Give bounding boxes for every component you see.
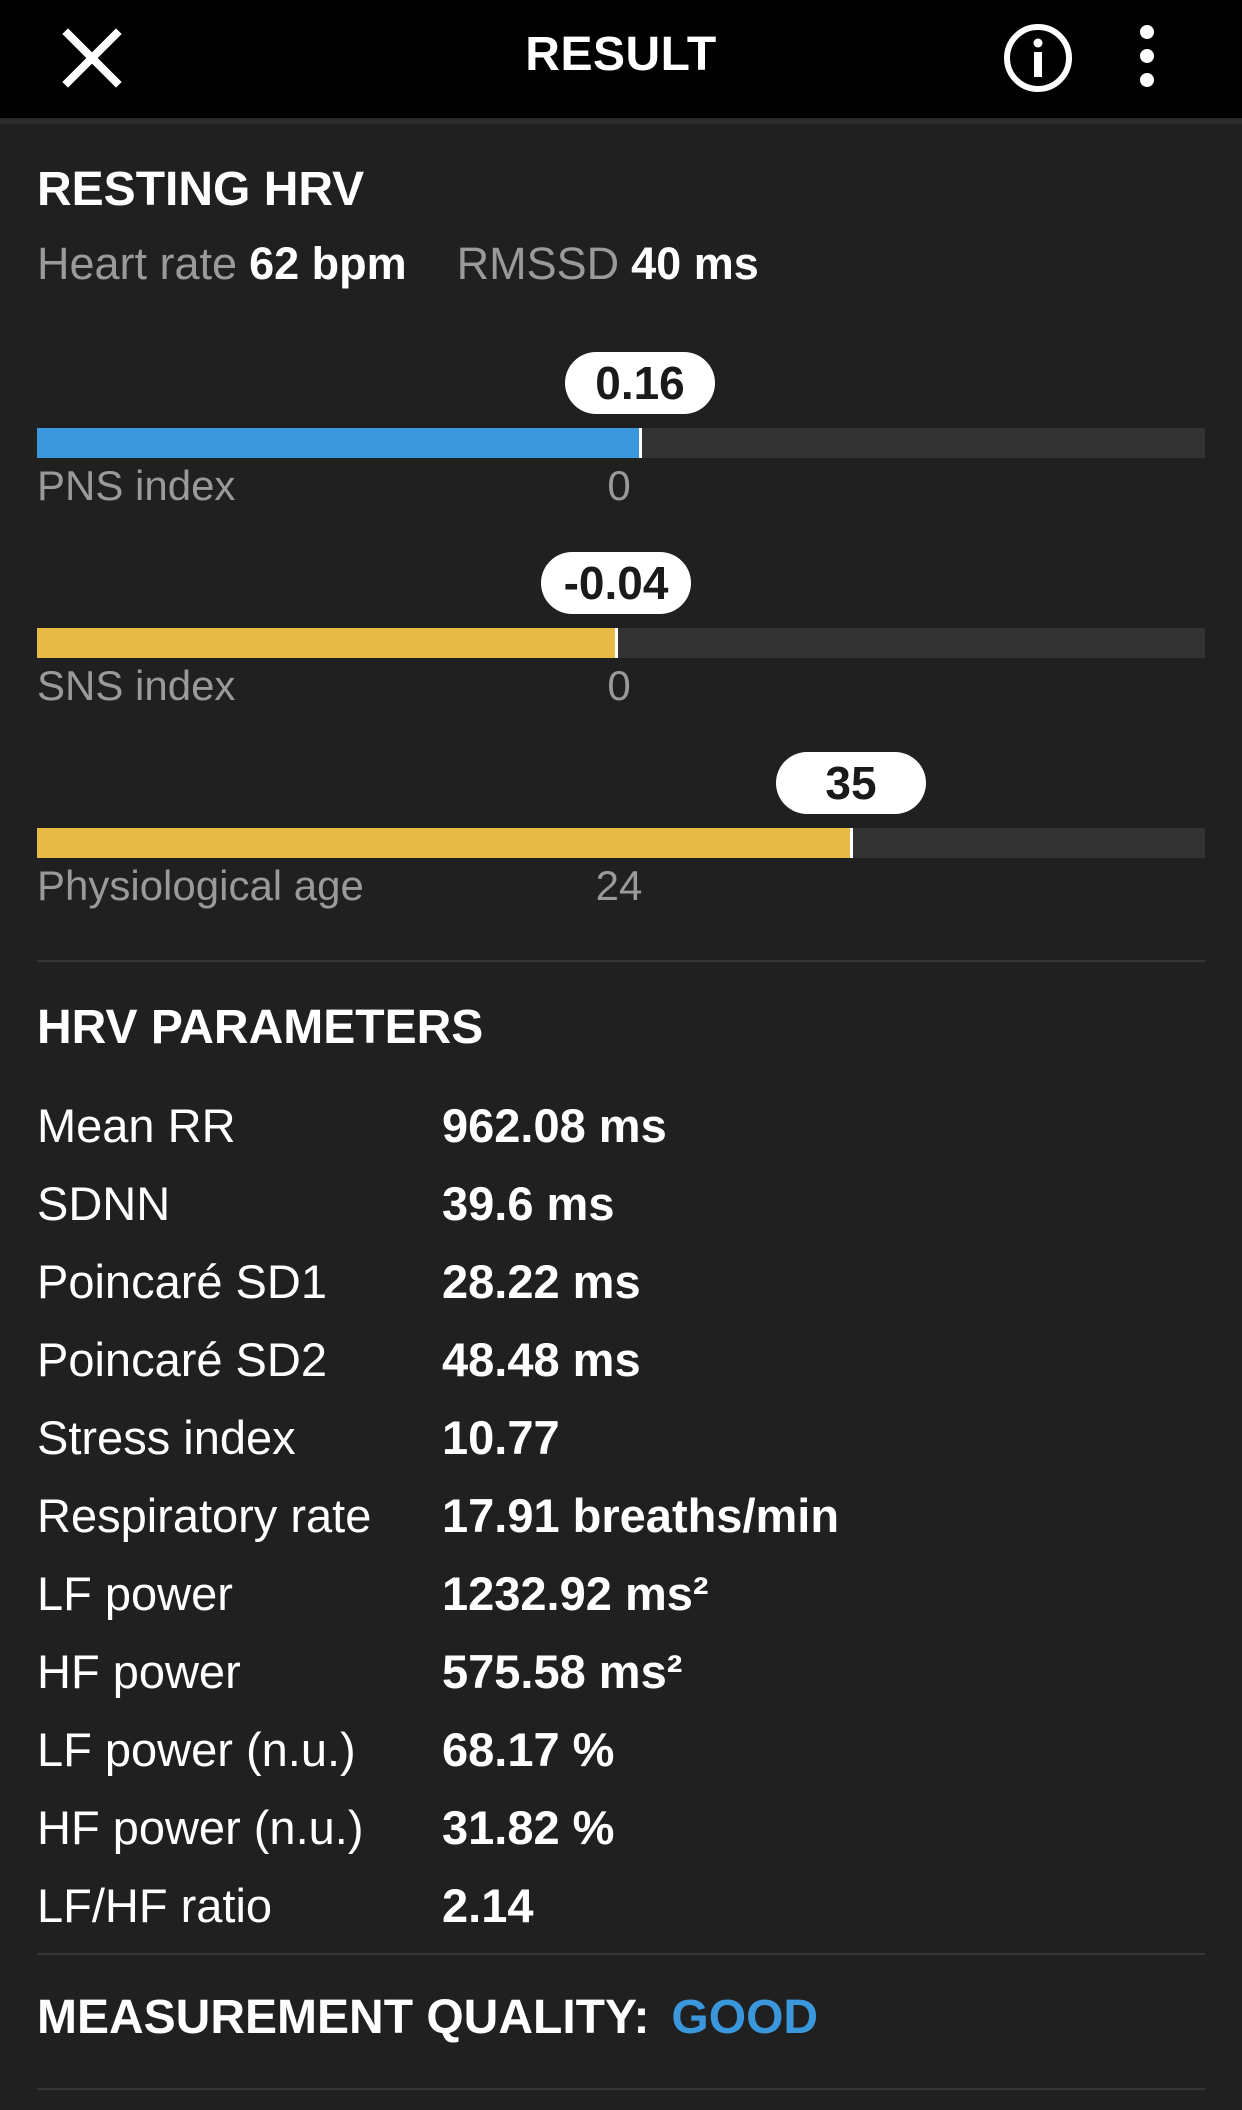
param-value: 962.08 ms: [442, 1099, 667, 1152]
param-name: Poincaré SD2: [37, 1333, 327, 1386]
param-value: 575.58 ms²: [442, 1645, 683, 1698]
param-name: HF power (n.u.): [37, 1801, 364, 1854]
resting-hrv-title: RESTING HRV: [37, 163, 365, 216]
section-divider: [37, 1953, 1205, 1955]
heart-rate-label: Heart rate: [37, 238, 238, 289]
pns-index-gauge: 0.16 PNS index 0: [37, 350, 1205, 520]
measurement-quality-label: MEASUREMENT QUALITY:: [37, 1991, 650, 2044]
section-divider: [37, 960, 1205, 962]
sns-index-label: SNS index: [37, 662, 236, 709]
app-bar-divider: [0, 118, 1242, 124]
physiological-age-value-bubble: 35: [776, 752, 926, 814]
rmssd-value: 40 ms: [631, 238, 759, 289]
param-name: Stress index: [37, 1411, 296, 1464]
physiological-age-gauge: 35 Physiological age 24: [37, 750, 1205, 920]
measurement-quality-value: GOOD: [671, 1991, 819, 2044]
top-app-bar: RESULT: [0, 0, 1242, 118]
sns-index-gauge: -0.04 SNS index 0: [37, 550, 1205, 720]
param-row-lf-power: LF power 1232.92 ms²: [37, 1555, 1205, 1633]
pns-index-value-bubble: 0.16: [565, 352, 715, 414]
pns-index-marker: [639, 428, 642, 458]
hrv-parameters-list: Mean RR 962.08 ms SDNN 39.6 ms Poincaré …: [37, 1087, 1205, 1945]
heart-rate-value: 62 bpm: [249, 238, 407, 289]
param-value: 2.14: [442, 1879, 534, 1932]
param-name: Respiratory rate: [37, 1489, 372, 1542]
info-button[interactable]: [998, 18, 1078, 98]
result-screen: RESULT RESTING HRV Heart rate 62 bpm RMSSD…: [0, 0, 1242, 2110]
pns-index-baseline: 0: [607, 462, 631, 509]
param-value: 1232.92 ms²: [442, 1567, 709, 1620]
param-row-mean-rr: Mean RR 962.08 ms: [37, 1087, 1205, 1165]
param-row-hf-power: HF power 575.58 ms²: [37, 1633, 1205, 1711]
param-row-poincare-sd2: Poincaré SD2 48.48 ms: [37, 1321, 1205, 1399]
param-row-lf-power-nu: LF power (n.u.) 68.17 %: [37, 1711, 1205, 1789]
param-row-respiratory-rate: Respiratory rate 17.91 breaths/min: [37, 1477, 1205, 1555]
param-value: 39.6 ms: [442, 1177, 615, 1230]
param-name: Mean RR: [37, 1099, 236, 1152]
param-name: LF/HF ratio: [37, 1879, 273, 1932]
param-value: 28.22 ms: [442, 1255, 641, 1308]
sns-index-baseline: 0: [607, 662, 631, 709]
sns-index-track: [37, 628, 1205, 658]
param-row-poincare-sd1: Poincaré SD1 28.22 ms: [37, 1243, 1205, 1321]
physiological-age-fill: [37, 828, 851, 858]
pns-index-track: [37, 428, 1205, 458]
param-row-lf-hf-ratio: LF/HF ratio 2.14: [37, 1867, 1205, 1945]
param-value: 17.91 breaths/min: [442, 1489, 840, 1542]
param-row-stress-index: Stress index 10.77: [37, 1399, 1205, 1477]
param-value: 68.17 %: [442, 1723, 615, 1776]
more-vert-icon: [1140, 25, 1154, 87]
param-value: 31.82 %: [442, 1801, 615, 1854]
param-row-hf-power-nu: HF power (n.u.) 31.82 %: [37, 1789, 1205, 1867]
sns-index-value-bubble: -0.04: [541, 552, 691, 614]
measurement-quality: MEASUREMENT QUALITY: GOOD: [37, 1990, 818, 2045]
physiological-age-marker: [850, 828, 853, 858]
physiological-age-track: [37, 828, 1205, 858]
sns-index-marker: [615, 628, 618, 658]
param-name: LF power: [37, 1567, 233, 1620]
info-circle-icon: [1004, 24, 1072, 92]
pns-index-label: PNS index: [37, 462, 236, 509]
param-name: HF power: [37, 1645, 241, 1698]
section-divider: [37, 2088, 1205, 2090]
param-name: Poincaré SD1: [37, 1255, 327, 1308]
physiological-age-label: Physiological age: [37, 862, 364, 909]
sns-index-fill: [37, 628, 616, 658]
more-options-button[interactable]: [1107, 18, 1187, 98]
param-value: 10.77: [442, 1411, 560, 1464]
param-value: 48.48 ms: [442, 1333, 641, 1386]
pns-index-fill: [37, 428, 640, 458]
hrv-parameters-title: HRV PARAMETERS: [37, 1001, 484, 1054]
param-name: SDNN: [37, 1177, 171, 1230]
resting-stats: Heart rate 62 bpm RMSSD 40 ms: [37, 238, 759, 290]
param-name: LF power (n.u.): [37, 1723, 356, 1776]
param-row-sdnn: SDNN 39.6 ms: [37, 1165, 1205, 1243]
rmssd-label: RMSSD: [456, 238, 620, 289]
physiological-age-baseline: 24: [595, 862, 643, 909]
